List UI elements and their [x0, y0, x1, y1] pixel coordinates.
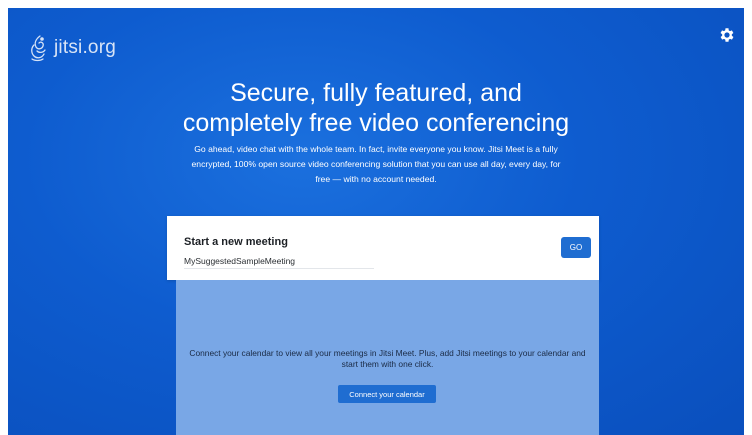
title-line-2: completely free video conferencing — [182, 109, 570, 137]
jitsi-logo-icon — [31, 35, 46, 62]
settings-button[interactable] — [718, 26, 736, 44]
logo[interactable]: jitsi.org — [28, 32, 116, 64]
logo-text: jitsi.org — [54, 37, 116, 58]
title-line-1: Secure, fully featured, and — [230, 79, 522, 107]
page-title: Secure, fully featured, and completely f… — [8, 78, 744, 138]
new-meeting-card: Start a new meeting GO — [167, 216, 599, 280]
go-button[interactable]: GO — [561, 237, 591, 258]
app-window: jitsi.org Secure, fully featured, and co… — [8, 8, 744, 435]
connect-calendar-button[interactable]: Connect your calendar — [338, 385, 436, 403]
meeting-label: Start a new meeting — [184, 236, 288, 248]
calendar-panel: Connect your calendar to view all your m… — [176, 280, 599, 435]
hero-description: Go ahead, video chat with the whole team… — [191, 144, 561, 184]
gear-icon — [720, 28, 734, 42]
calendar-description: Connect your calendar to view all your m… — [189, 348, 586, 369]
room-name-input[interactable] — [184, 254, 374, 269]
